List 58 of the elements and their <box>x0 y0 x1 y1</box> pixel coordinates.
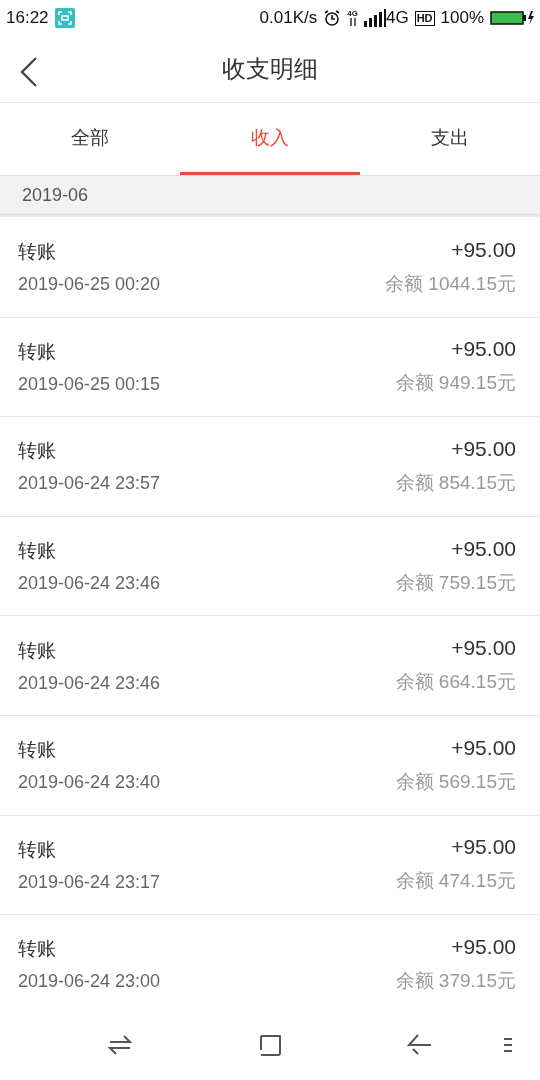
transaction-amount: +95.00 <box>451 437 516 461</box>
alarm-icon <box>323 9 342 27</box>
transaction-row[interactable]: 转账 2019-06-24 23:46 +95.00 余额 664.15元 <box>0 616 540 716</box>
transaction-row[interactable]: 转账 2019-06-24 23:46 +95.00 余额 759.15元 <box>0 516 540 617</box>
balance-text: 余额 664.15元 <box>395 670 516 695</box>
transaction-title: 转账 <box>18 737 57 763</box>
transaction-title: 转账 <box>18 239 57 265</box>
transaction-time: 2019-06-24 23:57 <box>18 473 161 495</box>
transaction-amount: +95.00 <box>451 934 516 959</box>
transaction-amount: +95.00 <box>451 536 516 561</box>
transaction-time: 2019-06-24 23:17 <box>18 871 161 893</box>
battery-charging-icon <box>490 10 534 26</box>
month-label: 2019-06 <box>22 184 89 206</box>
back-button[interactable] <box>18 56 40 88</box>
transaction-time: 2019-06-24 23:40 <box>18 772 161 794</box>
transaction-time: 2019-06-24 23:00 <box>18 971 161 993</box>
transaction-title: 转账 <box>18 538 57 564</box>
page-title: 收支明细 <box>222 54 318 85</box>
data-label: 4G <box>347 10 358 18</box>
transaction-title: 转账 <box>18 836 57 862</box>
data-arrows-icon <box>348 18 357 26</box>
battery-level: 100% <box>440 8 484 28</box>
home-button[interactable] <box>257 1032 283 1058</box>
transaction-time: 2019-06-25 00:20 <box>18 274 161 296</box>
transaction-amount: +95.00 <box>451 337 516 362</box>
clock: 16:22 <box>6 8 49 28</box>
hd-badge: HD <box>414 10 435 26</box>
transaction-amount: +95.00 <box>451 237 516 262</box>
transaction-title: 转账 <box>18 438 57 464</box>
tab[interactable]: 全部 <box>0 103 180 175</box>
transaction-title: 转账 <box>18 936 57 962</box>
transaction-title: 转账 <box>18 637 57 663</box>
balance-text: 余额 759.15元 <box>395 570 516 595</box>
transaction-row[interactable]: 转账 2019-06-24 23:57 +95.00 余额 854.15元 <box>0 417 540 517</box>
balance-text: 余额 949.15元 <box>395 371 516 396</box>
menu-button[interactable] <box>504 1037 512 1053</box>
balance-text: 余额 379.15元 <box>395 968 516 993</box>
balance-text: 余额 854.15元 <box>395 471 516 495</box>
transaction-row[interactable]: 转账 2019-06-24 23:00 +95.00 余额 379.15元 <box>0 915 540 1010</box>
transaction-row[interactable]: 转账 2019-06-24 23:17 +95.00 余额 474.15元 <box>0 815 540 916</box>
transaction-row[interactable]: 转账 2019-06-25 00:20 +95.00 余额 1044.15元 <box>0 218 540 318</box>
transaction-row[interactable]: 转账 2019-06-24 23:40 +95.00 余额 569.15元 <box>0 715 540 816</box>
transaction-amount: +95.00 <box>451 835 516 860</box>
balance-text: 余额 474.15元 <box>395 869 516 894</box>
transaction-amount: +95.00 <box>451 636 516 661</box>
transaction-time: 2019-06-24 23:46 <box>18 672 161 694</box>
network-speed: 0.01K/s <box>259 8 318 28</box>
transaction-time: 2019-06-25 00:15 <box>18 373 161 395</box>
transaction-amount: +95.00 <box>451 735 516 760</box>
transaction-title: 转账 <box>18 338 57 364</box>
tab[interactable]: 支出 <box>360 103 540 175</box>
transaction-time: 2019-06-24 23:46 <box>18 573 161 595</box>
screenshot-icon <box>54 8 75 28</box>
signal-icon <box>363 9 386 27</box>
balance-text: 余额 1044.15元 <box>385 271 516 296</box>
balance-text: 余额 569.15元 <box>395 769 516 794</box>
network-type: 4G <box>385 8 409 28</box>
transaction-row[interactable]: 转账 2019-06-25 00:15 +95.00 余额 949.15元 <box>0 317 540 418</box>
